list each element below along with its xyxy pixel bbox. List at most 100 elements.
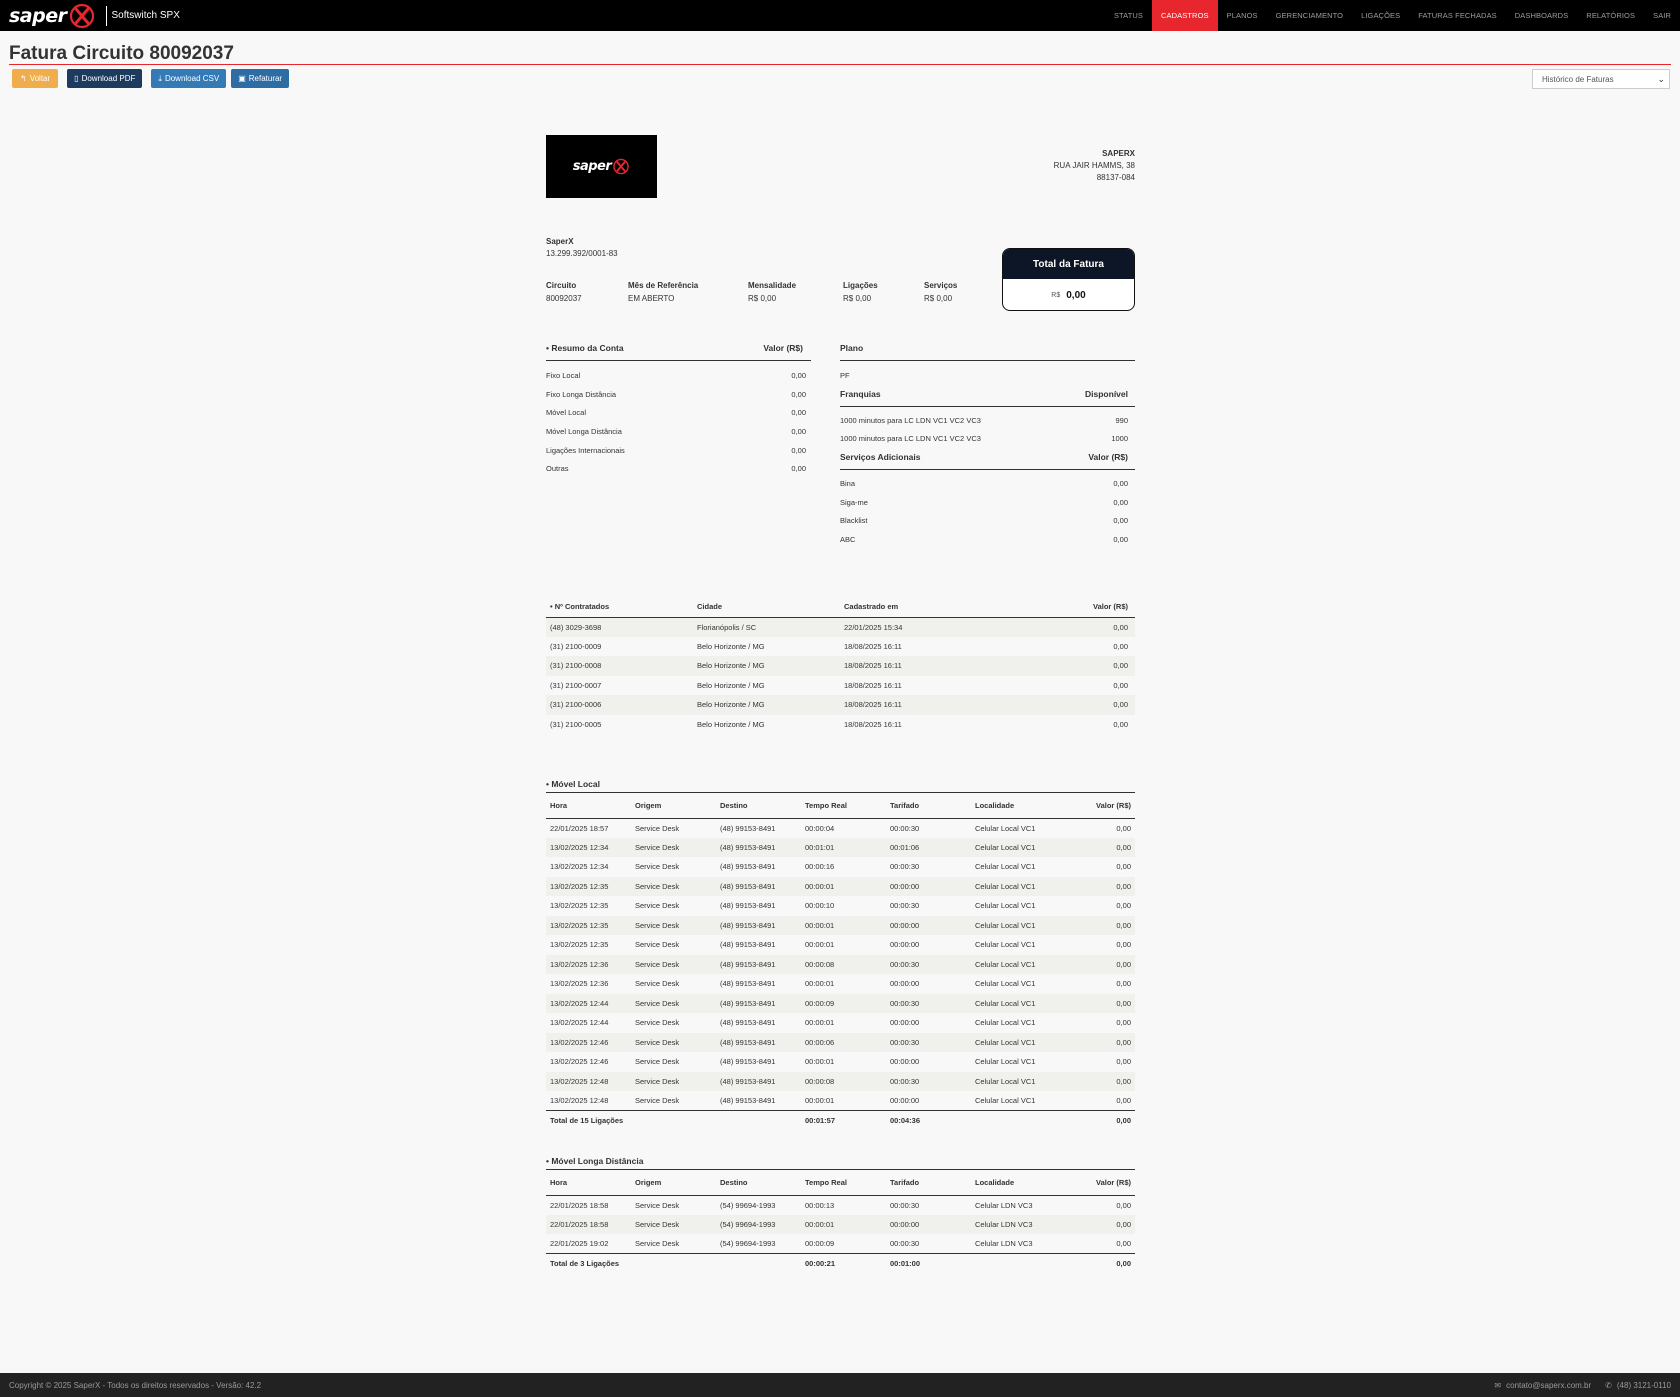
nav-sair[interactable]: SAIR — [1644, 0, 1680, 31]
call-cell: Service Desk — [635, 1239, 680, 1248]
summary-row-value: 0,00 — [791, 370, 806, 380]
call-cell: Celular Local VC1 — [971, 837, 1056, 857]
toolbar: ↰ Voltar ▯ Download PDF ⤓ Download CSV ▣… — [12, 69, 290, 88]
nav-faturas-fechadas[interactable]: FATURAS FECHADAS — [1409, 0, 1506, 31]
contracted-number-cell: 18/08/2025 16:11 — [840, 695, 1010, 715]
footer-email[interactable]: ✉ contato@saperx.com.br — [1494, 1381, 1591, 1390]
call-cell: Celular LDN VC3 — [975, 1200, 1033, 1210]
call-cell: Celular Local VC1 — [971, 915, 1056, 935]
service-row-label: ABC — [840, 534, 856, 544]
account-summary-rows: Fixo Local 0,00 Fixo Longa Distância 0,00 Mó… — [546, 361, 811, 478]
service-row-value: 0,00 — [1113, 516, 1128, 526]
call-row: 22/01/2025 18:57 Service Desk (48) 99153-8… — [546, 818, 1135, 838]
call-cell: (54) 99694-1993 — [720, 1239, 776, 1248]
call-cell: 00:00:01 — [801, 915, 886, 935]
contracted-number-row: (48) 3029-3698 Florianópolis / SC 22/01/20… — [546, 617, 1135, 637]
call-cell: 00:00:30 — [886, 1032, 971, 1052]
contracted-number-cell: Belo Horizonte / MG — [693, 695, 840, 715]
nav-planos[interactable]: PLANOS — [1218, 0, 1267, 31]
call-cell: (48) 99153-8491 — [716, 1071, 801, 1091]
envelope-icon: ✉ — [1494, 1380, 1502, 1390]
call-cell: Service Desk — [635, 862, 680, 872]
contracted-number-cell: (31) 2100-0008 — [546, 656, 693, 676]
call-cell: 00:00:30 — [886, 954, 971, 974]
call-cell: 0,00 — [1116, 940, 1131, 950]
call-cell: Celular Local VC1 — [971, 1071, 1056, 1091]
franchises-rows: 1000 minutos para LC LDN VC1 VC2 VC3 990 1… — [840, 407, 1135, 448]
nav-relatorios[interactable]: RELATÓRIOS — [1577, 0, 1644, 31]
extra-services-title: Serviços Adicionais — [840, 452, 921, 463]
nav-status[interactable]: STATUS — [1105, 0, 1152, 31]
nav-dashboards[interactable]: DASHBOARDS — [1506, 0, 1578, 31]
call-cell: 00:00:04 — [805, 823, 835, 833]
call-row: 13/02/2025 12:35 Service Desk (48) 99153-8… — [546, 896, 1135, 916]
invoice-total-value-row: R$ 0,00 — [1003, 279, 1134, 310]
call-cell: Service Desk — [631, 1214, 716, 1234]
download-icon: ⤓ — [158, 73, 162, 83]
account-summary-header: • Resumo da Conta Valor (R$) — [546, 343, 811, 361]
contracted-number-cell: 18/08/2025 16:11 — [844, 641, 902, 651]
movel-ld-total-tempo: 00:00:21 — [801, 1253, 886, 1274]
call-cell: 0,00 — [1056, 1214, 1135, 1234]
footer-phone[interactable]: ✆ (48) 3121-0110 — [1605, 1381, 1671, 1390]
nav-gerenciamento[interactable]: GERENCIAMENTO — [1267, 0, 1352, 31]
service-row-label: Bina — [840, 478, 856, 488]
summary-row-value: 0,00 — [791, 445, 806, 455]
call-cell: (48) 99153-8491 — [716, 954, 801, 974]
call-cell: (48) 99153-8491 — [720, 823, 776, 833]
summary-row-label: Móvel Local — [546, 408, 587, 418]
call-cell: (48) 99153-8491 — [720, 1018, 776, 1028]
call-cell: 00:00:30 — [890, 823, 920, 833]
download-csv-button[interactable]: ⤓ Download CSV — [151, 69, 227, 88]
download-pdf-button[interactable]: ▯ Download PDF — [67, 69, 143, 88]
brand[interactable]: saper Softswitch SPX — [0, 0, 180, 31]
contracted-number-cell: 0,00 — [1009, 617, 1135, 637]
franchises-value-header: Disponível — [1085, 388, 1128, 399]
money-icon: ▣ — [238, 74, 246, 83]
movel-local-section: • Móvel Local Hora Origem Destino Tempo Rea… — [546, 779, 1135, 1131]
call-cell: (54) 99694-1993 — [716, 1214, 801, 1234]
col-valor: Valor (R$) — [1009, 596, 1135, 618]
summary-row: Fixo Longa Distância 0,00 — [546, 385, 811, 404]
call-cell: 0,00 — [1056, 1071, 1135, 1091]
nav-ligacoes[interactable]: LIGAÇÕES — [1352, 0, 1409, 31]
call-cell: 00:00:30 — [890, 1239, 920, 1248]
call-cell: 0,00 — [1056, 837, 1135, 857]
summary-row-label: Outras — [546, 464, 569, 474]
summary-row-label: Móvel Longa Distância — [546, 426, 622, 436]
refaturar-button[interactable]: ▣ Refaturar — [231, 69, 290, 88]
plan-value-row: PF — [840, 366, 1135, 385]
summary-row: Móvel Longa Distância 0,00 — [546, 422, 811, 441]
invoice-total-currency: R$ — [1051, 292, 1061, 299]
movel-local-total-blank — [971, 1110, 1056, 1131]
call-cell: (48) 99153-8491 — [720, 1096, 776, 1105]
summary-row: Móvel Local 0,00 — [546, 403, 811, 422]
call-cell: 0,00 — [1056, 876, 1135, 896]
call-cell: Service Desk — [635, 1096, 680, 1105]
call-cell: Service Desk — [631, 876, 716, 896]
info-mes-label: Mês de Referência — [628, 281, 699, 290]
movel-local-body: 22/01/2025 18:57 Service Desk (48) 99153-8… — [546, 818, 1135, 1111]
call-cell: 00:00:01 — [805, 940, 835, 950]
call-cell: (54) 99694-1993 — [720, 1200, 776, 1210]
info-servicos: Serviços R$ 0,00 — [924, 279, 994, 305]
call-cell: Celular Local VC1 — [975, 823, 1036, 833]
invoice-logo: saper — [546, 135, 657, 198]
call-cell: Service Desk — [635, 1018, 680, 1028]
franchise-row: 1000 minutos para LC LDN VC1 VC2 VC3 990 — [840, 411, 1135, 430]
call-cell: 00:00:16 — [805, 862, 835, 872]
movel-ld-table: Hora Origem Destino Tempo Real Tarifado Local… — [546, 1170, 1135, 1274]
contracted-numbers-body: (48) 3029-3698 Florianópolis / SC 22/01/20… — [546, 617, 1135, 734]
nav-cadastros[interactable]: CADASTROS — [1152, 0, 1218, 31]
invoice-history-select[interactable]: Histórico de Faturas ⌄ — [1532, 69, 1670, 89]
company-street: RUA JAIR HAMMS, 38 — [1053, 161, 1135, 170]
call-cell: 00:00:00 — [890, 1057, 920, 1067]
file-icon: ▯ — [74, 74, 79, 83]
call-cell: Service Desk — [631, 993, 716, 1013]
info-ligacoes-label: Ligações — [843, 281, 878, 290]
contracted-number-cell: 0,00 — [1113, 719, 1128, 729]
voltar-button[interactable]: ↰ Voltar — [12, 69, 59, 88]
page-title: Fatura Circuito 80092037 — [9, 43, 234, 64]
call-cell: Celular Local VC1 — [975, 979, 1036, 989]
invoice-history-value: Histórico de Faturas — [1542, 74, 1614, 84]
